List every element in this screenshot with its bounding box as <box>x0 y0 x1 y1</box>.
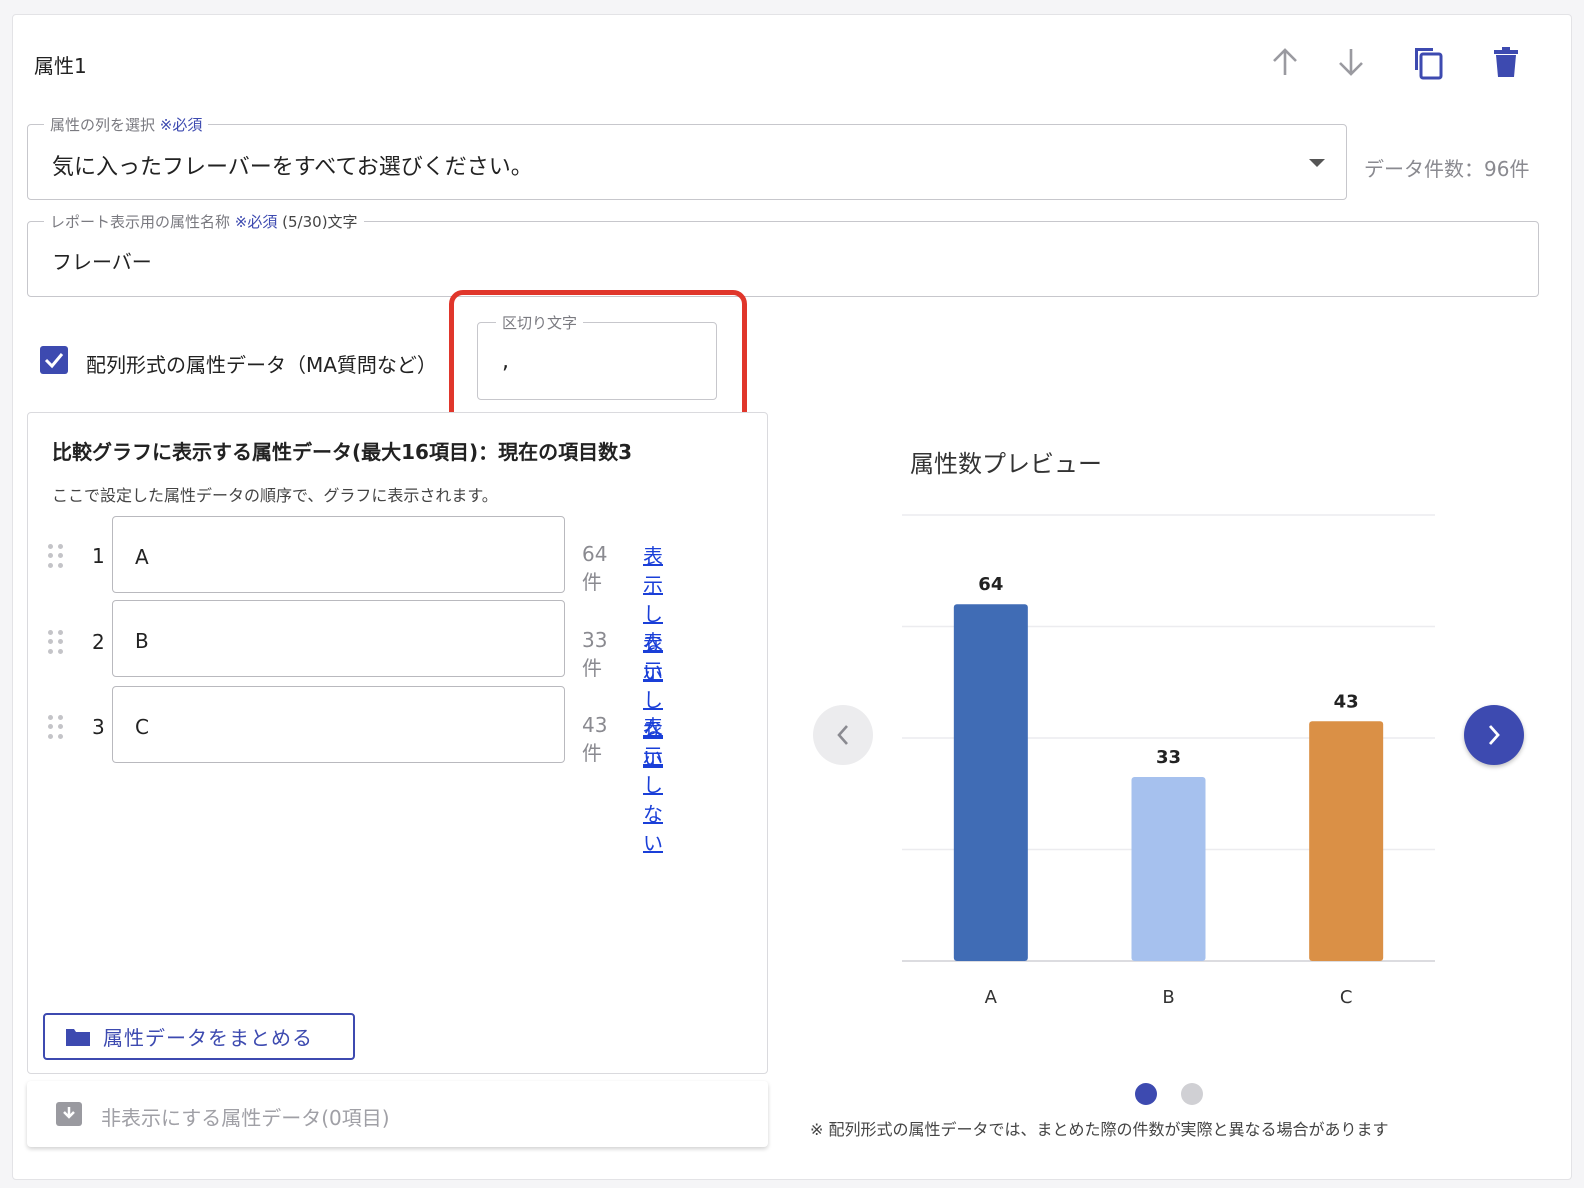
column-select-value: 気に入ったフレーバーをすべてお選びください。 <box>52 155 533 180</box>
bar-B <box>1131 777 1206 961</box>
group-attributes-button[interactable]: 属性データをまとめる <box>43 1013 355 1060</box>
copy-button[interactable] <box>1408 42 1448 82</box>
preview-footnote: ※ 配列形式の属性データでは、まとめた際の件数が実際と異なる場合があります <box>810 1120 1389 1139</box>
x-tick-label: C <box>1340 987 1353 1008</box>
hidden-items-label: 非表示にする属性データ(0項目) <box>101 1106 390 1130</box>
prev-slide-button[interactable] <box>813 705 873 765</box>
drag-handle-icon[interactable] <box>48 715 64 739</box>
preview-title: 属性数プレビュー <box>910 450 1102 478</box>
delimiter-value: , <box>502 349 509 374</box>
compare-note: ここで設定した属性データの順序で、グラフに表示されます。 <box>52 486 498 505</box>
column-select[interactable]: 属性の列を選択 ※必須 気に入ったフレーバーをすべてお選びください。 <box>27 114 1347 200</box>
data-label: 64 <box>978 574 1003 595</box>
column-select-label: 属性の列を選択 ※必須 <box>44 114 209 135</box>
item-value: C <box>135 715 149 739</box>
x-tick-label: A <box>985 987 998 1008</box>
preview-chart: 64 A 33 B 43 C <box>902 514 1435 1008</box>
dropdown-arrow-icon <box>1309 159 1325 167</box>
carousel-dot-active[interactable] <box>1135 1083 1157 1105</box>
data-count: データ件数：96件 <box>1364 157 1530 181</box>
data-label: 33 <box>1156 747 1181 768</box>
report-name-value: フレーバー <box>52 250 152 274</box>
item-input[interactable]: A <box>112 516 565 593</box>
item-value: A <box>135 545 149 569</box>
delimiter-field[interactable]: 区切り文字 , <box>477 312 717 400</box>
checkbox-icon <box>44 353 64 369</box>
item-index: 2 <box>92 630 105 654</box>
delimiter-label: 区切り文字 <box>496 312 584 333</box>
item-count: 33件 <box>582 628 608 680</box>
array-format-label: 配列形式の属性データ（MA質問など） <box>86 353 437 377</box>
compare-heading: 比較グラフに表示する属性データ(最大16項目)：現在の項目数3 <box>52 440 633 464</box>
item-value: B <box>135 629 149 653</box>
x-tick-label: B <box>1162 987 1174 1008</box>
arrow-up-icon <box>1273 48 1297 75</box>
archive-icon <box>56 1102 82 1126</box>
folder-icon <box>66 1028 90 1046</box>
move-up-button[interactable] <box>1265 42 1305 82</box>
move-down-button[interactable] <box>1331 42 1371 82</box>
group-button-label: 属性データをまとめる <box>103 1026 313 1050</box>
next-slide-button[interactable] <box>1464 705 1524 765</box>
array-format-checkbox[interactable] <box>40 346 68 374</box>
item-count: 64件 <box>582 542 608 594</box>
drag-handle-icon[interactable] <box>48 544 64 568</box>
carousel-dot[interactable] <box>1181 1083 1203 1105</box>
item-count: 43件 <box>582 713 608 765</box>
chevron-right-icon <box>1488 725 1500 745</box>
attribute-title: 属性1 <box>34 54 87 78</box>
arrow-down-icon <box>1339 49 1363 76</box>
report-name-label: レポート表示用の属性名称 ※必須 (5/30)文字 <box>44 211 364 232</box>
hidden-items-panel[interactable]: 非表示にする属性データ(0項目) <box>27 1081 768 1147</box>
chevron-left-icon <box>837 725 848 745</box>
item-index: 1 <box>92 544 105 568</box>
hide-item-link[interactable]: 表示しない <box>643 711 663 856</box>
item-input[interactable]: C <box>112 686 565 763</box>
trash-icon <box>1494 47 1518 77</box>
report-name-field[interactable]: レポート表示用の属性名称 ※必須 (5/30)文字 フレーバー <box>27 211 1539 297</box>
data-label: 43 <box>1334 691 1359 712</box>
bar-C <box>1309 721 1384 961</box>
required-mark: ※必須 <box>159 116 203 134</box>
item-input[interactable]: B <box>112 600 565 677</box>
delete-button[interactable] <box>1486 42 1526 82</box>
bar-A <box>953 604 1028 961</box>
item-index: 3 <box>92 715 105 739</box>
drag-handle-icon[interactable] <box>48 630 64 654</box>
copy-icon <box>1415 48 1443 80</box>
